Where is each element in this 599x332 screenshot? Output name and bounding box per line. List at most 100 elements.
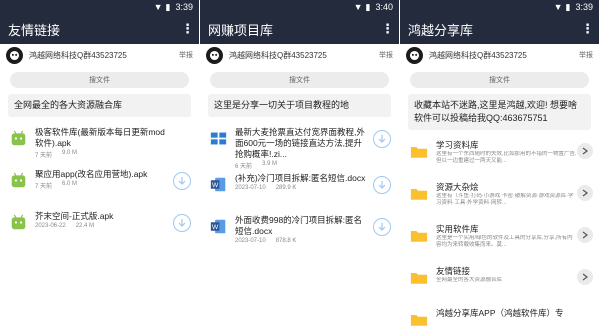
list-item[interactable]: W 外面收费998的冷门项目拆解:匿名短信.docx 2023-07-10 878… <box>200 211 399 253</box>
word-document-icon: W <box>210 176 227 193</box>
chevron-right-icon[interactable] <box>577 227 593 243</box>
owner-row[interactable]: 鸿越网络科技Q群43523725 举报 <box>0 44 199 66</box>
owner-name: 鸿越网络科技Q群43523725 <box>429 50 527 60</box>
status-bar: ▼ ▮ 3:39 <box>0 0 199 14</box>
avatar[interactable] <box>6 46 23 64</box>
report-link[interactable]: 举报 <box>179 50 193 60</box>
search-files-button[interactable]: 搜文件 <box>210 72 389 88</box>
app-bar: 网赚项目库 ⋮ <box>200 14 399 44</box>
folder-icon <box>410 315 428 326</box>
download-icon[interactable] <box>373 176 391 194</box>
list-item[interactable]: W (补充)冷门项目拆解:匿名短信.docx 2023-07-10 289.9 K <box>200 169 399 211</box>
svg-text:W: W <box>212 224 219 231</box>
file-name: 极客软件库(最新版本每日更新mod软件).apk <box>35 127 165 148</box>
file-list: 最新大麦抢票直达付宽界面教程,外面600元一场的链接直达方法,提升抢购概率!.z… <box>200 123 399 253</box>
search-files-button[interactable]: 搜文件 <box>10 72 189 88</box>
file-size: 289.9 K <box>275 185 297 191</box>
category-list: 学习资料库 这里有一个东西随时的失效,比如那用的不错的一物置广告,但以一边重建过… <box>400 136 599 332</box>
chevron-right-icon[interactable] <box>577 185 593 201</box>
library-description: 这里是分享一切关于项目教程的地 <box>208 94 391 117</box>
report-link[interactable]: 举报 <box>379 50 393 60</box>
owner-row[interactable]: 鸿越网络科技Q群43523725 举报 <box>400 44 599 66</box>
android-apk-icon <box>10 130 27 147</box>
page-title: 友情链接 <box>8 22 61 38</box>
file-name: (补充)冷门项目拆解:匿名短信.docx <box>235 173 366 183</box>
list-item[interactable]: 极客软件库(最新版本每日更新mod软件).apk 7 天前 9.0 M <box>0 123 199 165</box>
page-title: 网赚项目库 <box>208 22 274 38</box>
file-size: 9.0 M <box>62 150 78 156</box>
owner-row[interactable]: 鸿越网络科技Q群43523725 举报 <box>200 44 399 66</box>
status-clock: 3:39 <box>575 2 593 12</box>
category-name: 实用软件库 <box>436 224 479 234</box>
screen-friend-links: ▼ ▮ 3:39 友情链接 ⋮ 鸿越网络科技Q群43523725 举报 搜文件 … <box>0 0 199 332</box>
list-item[interactable]: 聚应用app(改名应用营地).apk 7 天前 6.0 M <box>0 165 199 207</box>
download-icon[interactable] <box>373 218 391 236</box>
owner-name: 鸿越网络科技Q群43523725 <box>229 50 327 60</box>
folder-icon <box>410 147 428 158</box>
file-list: 极客软件库(最新版本每日更新mod软件).apk 7 天前 9.0 M 聚应用ap… <box>0 123 199 249</box>
download-icon[interactable] <box>173 214 191 232</box>
file-time: 2023-07-10 <box>235 238 266 244</box>
library-description: 收藏本站不迷路,这里是鸿越,欢迎! 想要啥软件可以投稿给我QQ:46367575… <box>408 94 591 130</box>
category-summary: 这里有（斗鱼·打码·小游戏·卡密·破解资源·游戏资源库·学习资料·工具·外学资料… <box>436 193 574 206</box>
category-name: 鸿越分享库APP（鸿越软件库）专 <box>436 308 564 318</box>
file-time: 7 天前 <box>35 153 53 159</box>
app-bar: 鸿越分享库 ⋮ <box>400 14 599 44</box>
battery-icon: ▮ <box>565 1 571 12</box>
chevron-right-icon[interactable] <box>577 269 593 285</box>
folder-icon <box>410 189 428 200</box>
chevron-right-icon[interactable] <box>577 143 593 159</box>
file-size: 878.8 K <box>275 238 297 244</box>
more-options-icon[interactable]: ⋮ <box>181 21 194 37</box>
folder-icon <box>410 273 428 284</box>
list-item[interactable]: 芥末空间-正式版.apk 2023-06-22 22.4 M <box>0 207 199 249</box>
status-bar: ▼ ▮ 3:39 <box>400 0 599 14</box>
category-summary: 这里是一个实用/绿色的软件及工具的分享库,分享,所有内容均为来转载收集而来。莫.… <box>436 235 573 248</box>
word-document-icon: W <box>210 218 227 235</box>
battery-icon: ▮ <box>365 1 371 12</box>
avatar[interactable] <box>406 46 423 64</box>
category-item[interactable]: 鸿越分享库APP（鸿越软件库）专 <box>400 304 599 332</box>
screen-money-projects: ▼ ▮ 3:40 网赚项目库 ⋮ 鸿越网络科技Q群43523725 举报 搜文件… <box>200 0 399 332</box>
svg-text:W: W <box>212 182 219 189</box>
screen-hongyue-share: ▼ ▮ 3:39 鸿越分享库 ⋮ 鸿越网络科技Q群43523725 举报 搜文件… <box>400 0 599 332</box>
wifi-icon: ▼ <box>553 2 563 12</box>
file-size: 6.0 M <box>62 181 78 187</box>
report-link[interactable]: 举报 <box>579 50 593 60</box>
folder-icon <box>410 231 428 242</box>
download-icon[interactable] <box>173 172 191 190</box>
category-item[interactable]: 资源大杂烩 这里有（斗鱼·打码·小游戏·卡密·破解资源·游戏资源库·学习资料·工… <box>400 178 599 220</box>
page-title: 鸿越分享库 <box>408 22 474 38</box>
library-description: 全网最全的各大资源融合库 <box>8 94 191 117</box>
avatar[interactable] <box>206 46 223 64</box>
list-item[interactable]: 最新大麦抢票直达付宽界面教程,外面600元一场的链接直达方法,提升抢购概率!.z… <box>200 123 399 170</box>
file-time: 2023-06-22 <box>35 223 66 229</box>
file-name: 外面收费998的冷门项目拆解:匿名短信.docx <box>235 215 363 236</box>
category-name: 学习资料库 <box>436 140 479 150</box>
file-time: 7 天前 <box>35 184 53 190</box>
android-apk-icon <box>10 214 27 231</box>
file-name: 聚应用app(改名应用营地).apk <box>35 169 148 179</box>
zip-archive-icon <box>210 130 227 147</box>
wifi-icon: ▼ <box>353 2 363 12</box>
wifi-icon: ▼ <box>153 2 163 12</box>
download-icon[interactable] <box>373 130 391 148</box>
category-summary: 这里有一个东西随时的失效,比如那用的不错的一物置广告,但以一边重建过一两天又能.… <box>436 151 577 164</box>
android-apk-icon <box>10 172 27 189</box>
category-summary: 全网最全的各大资源融合库 <box>436 277 503 283</box>
category-item[interactable]: 学习资料库 这里有一个东西随时的失效,比如那用的不错的一物置广告,但以一边重建过… <box>400 136 599 178</box>
file-size: 22.4 M <box>75 223 95 229</box>
app-bar: 友情链接 ⋮ <box>0 14 199 44</box>
category-name: 资源大杂烩 <box>436 182 479 192</box>
file-name: 芥末空间-正式版.apk <box>35 211 114 221</box>
more-options-icon[interactable]: ⋮ <box>381 21 394 37</box>
battery-icon: ▮ <box>165 1 171 12</box>
category-item[interactable]: 实用软件库 这里是一个实用/绿色的软件及工具的分享库,分享,所有内容均为来转载收… <box>400 220 599 262</box>
file-name: 最新大麦抢票直达付宽界面教程,外面600元一场的链接直达方法,提升抢购概率!.z… <box>235 127 365 159</box>
category-item[interactable]: 友情链接 全网最全的各大资源融合库 <box>400 262 599 304</box>
category-name: 友情链接 <box>436 266 471 276</box>
status-bar: ▼ ▮ 3:40 <box>200 0 399 14</box>
status-clock: 3:39 <box>175 2 193 12</box>
more-options-icon[interactable]: ⋮ <box>581 21 594 37</box>
search-files-button[interactable]: 搜文件 <box>410 72 589 88</box>
